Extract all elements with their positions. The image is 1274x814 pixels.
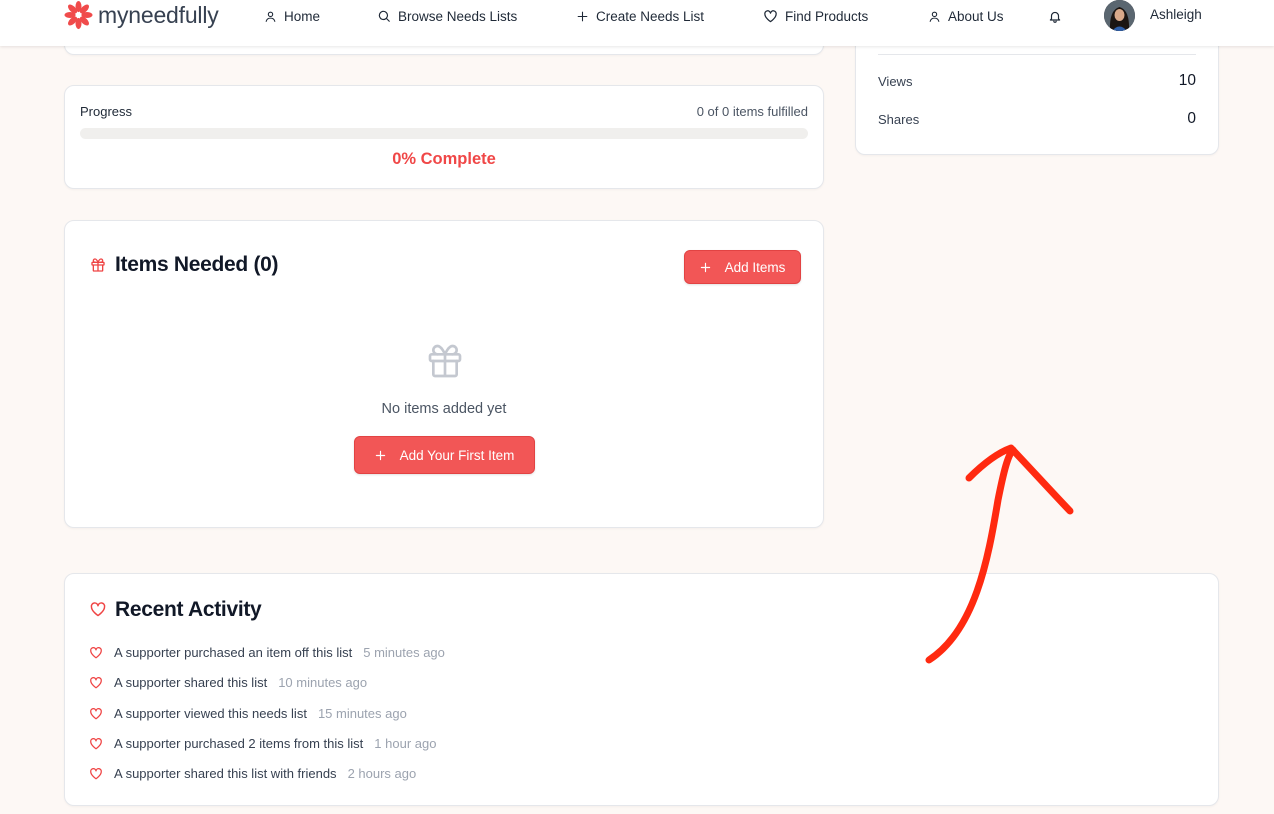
progress-label: Progress	[80, 104, 133, 119]
recent-activity-card: Recent Activity A supporter purchased an…	[64, 573, 1219, 806]
shares-label: Shares	[878, 111, 920, 127]
nav-find-products[interactable]: Find Products	[763, 7, 868, 25]
activity-item: A supporter purchased 2 items from this …	[89, 733, 436, 753]
add-items-button[interactable]: Add Items	[684, 250, 801, 284]
heart-icon	[764, 10, 777, 23]
plus-icon	[375, 450, 385, 460]
progress-count: 0 of 0 items fulfilled	[696, 104, 808, 119]
recent-activity-title: Recent Activity	[115, 598, 262, 621]
nav-home-label: Home	[284, 8, 321, 24]
activity-text: A supporter viewed this needs list	[114, 705, 307, 721]
heart-icon	[90, 676, 102, 688]
heart-icon	[90, 602, 106, 617]
add-items-label: Add Items	[724, 259, 786, 275]
views-row: Views 10	[878, 72, 1196, 90]
shares-row: Shares 0	[878, 110, 1196, 128]
logo[interactable]: myneedfully	[63, 0, 219, 30]
gift-icon	[91, 258, 105, 272]
nav-about-us[interactable]: About Us	[928, 7, 1004, 25]
nav-browse-label: Browse Needs Lists	[398, 8, 518, 24]
add-first-item-label: Add Your First Item	[399, 447, 515, 463]
stats-divider	[878, 54, 1196, 55]
add-first-item-button[interactable]: Add Your First Item	[354, 436, 535, 474]
progress-bar	[80, 128, 808, 139]
activity-text: A supporter purchased 2 items from this …	[114, 735, 364, 751]
heart-icon	[90, 646, 102, 658]
user-name[interactable]: Ashleigh	[1150, 7, 1202, 22]
progress-percent: 0% Complete	[392, 150, 496, 168]
top-navigation: myneedfully Home Browse Needs Lists Crea…	[0, 0, 1274, 46]
activity-time: 10 minutes ago	[278, 674, 368, 690]
plus-icon	[700, 262, 710, 272]
views-value: 10	[1178, 72, 1196, 89]
activity-text: A supporter shared this list with friend…	[114, 765, 337, 781]
heart-icon	[90, 737, 102, 749]
nav-home[interactable]: Home	[264, 7, 320, 25]
avatar-photo	[1104, 0, 1135, 31]
heart-icon	[90, 767, 102, 779]
nav-browse-needs-lists[interactable]: Browse Needs Lists	[377, 7, 517, 25]
activity-time: 2 hours ago	[347, 765, 417, 781]
logo-mark-icon	[64, 0, 93, 30]
activity-text: A supporter shared this list	[114, 674, 268, 690]
shares-value: 0	[1187, 110, 1196, 127]
plus-icon	[577, 11, 588, 21]
activity-text: A supporter purchased an item off this l…	[114, 644, 353, 660]
activity-item: A supporter shared this list with friend…	[89, 763, 416, 783]
activity-time: 1 hour ago	[374, 735, 437, 751]
heart-icon	[90, 707, 102, 719]
user-icon	[929, 11, 940, 22]
activity-item: A supporter shared this list 10 minutes …	[89, 672, 367, 692]
nav-about-label: About Us	[948, 8, 1004, 24]
progress-card: Progress 0 of 0 items fulfilled 0% Compl…	[64, 85, 824, 189]
activity-item: A supporter viewed this needs list 15 mi…	[89, 703, 407, 723]
activity-item: A supporter purchased an item off this l…	[89, 642, 445, 662]
views-label: Views	[878, 73, 913, 89]
nav-create-needs-list[interactable]: Create Needs List	[576, 7, 704, 25]
items-needed-card: Items Needed (0) Add Items No items adde…	[64, 220, 824, 528]
activity-time: 5 minutes ago	[363, 644, 445, 660]
user-icon	[265, 11, 276, 22]
logo-wordmark: myneedfully	[98, 1, 219, 28]
empty-state-text: No items added yet	[381, 401, 507, 417]
nav-find-label: Find Products	[785, 8, 869, 24]
activity-time: 15 minutes ago	[317, 705, 407, 721]
notifications-button[interactable]	[1048, 7, 1062, 25]
search-icon	[378, 10, 390, 22]
bell-icon	[1049, 11, 1061, 23]
avatar[interactable]	[1104, 0, 1135, 31]
nav-create-label: Create Needs List	[596, 8, 705, 24]
items-needed-title: Items Needed (0)	[115, 253, 279, 276]
gift-icon	[428, 344, 462, 378]
